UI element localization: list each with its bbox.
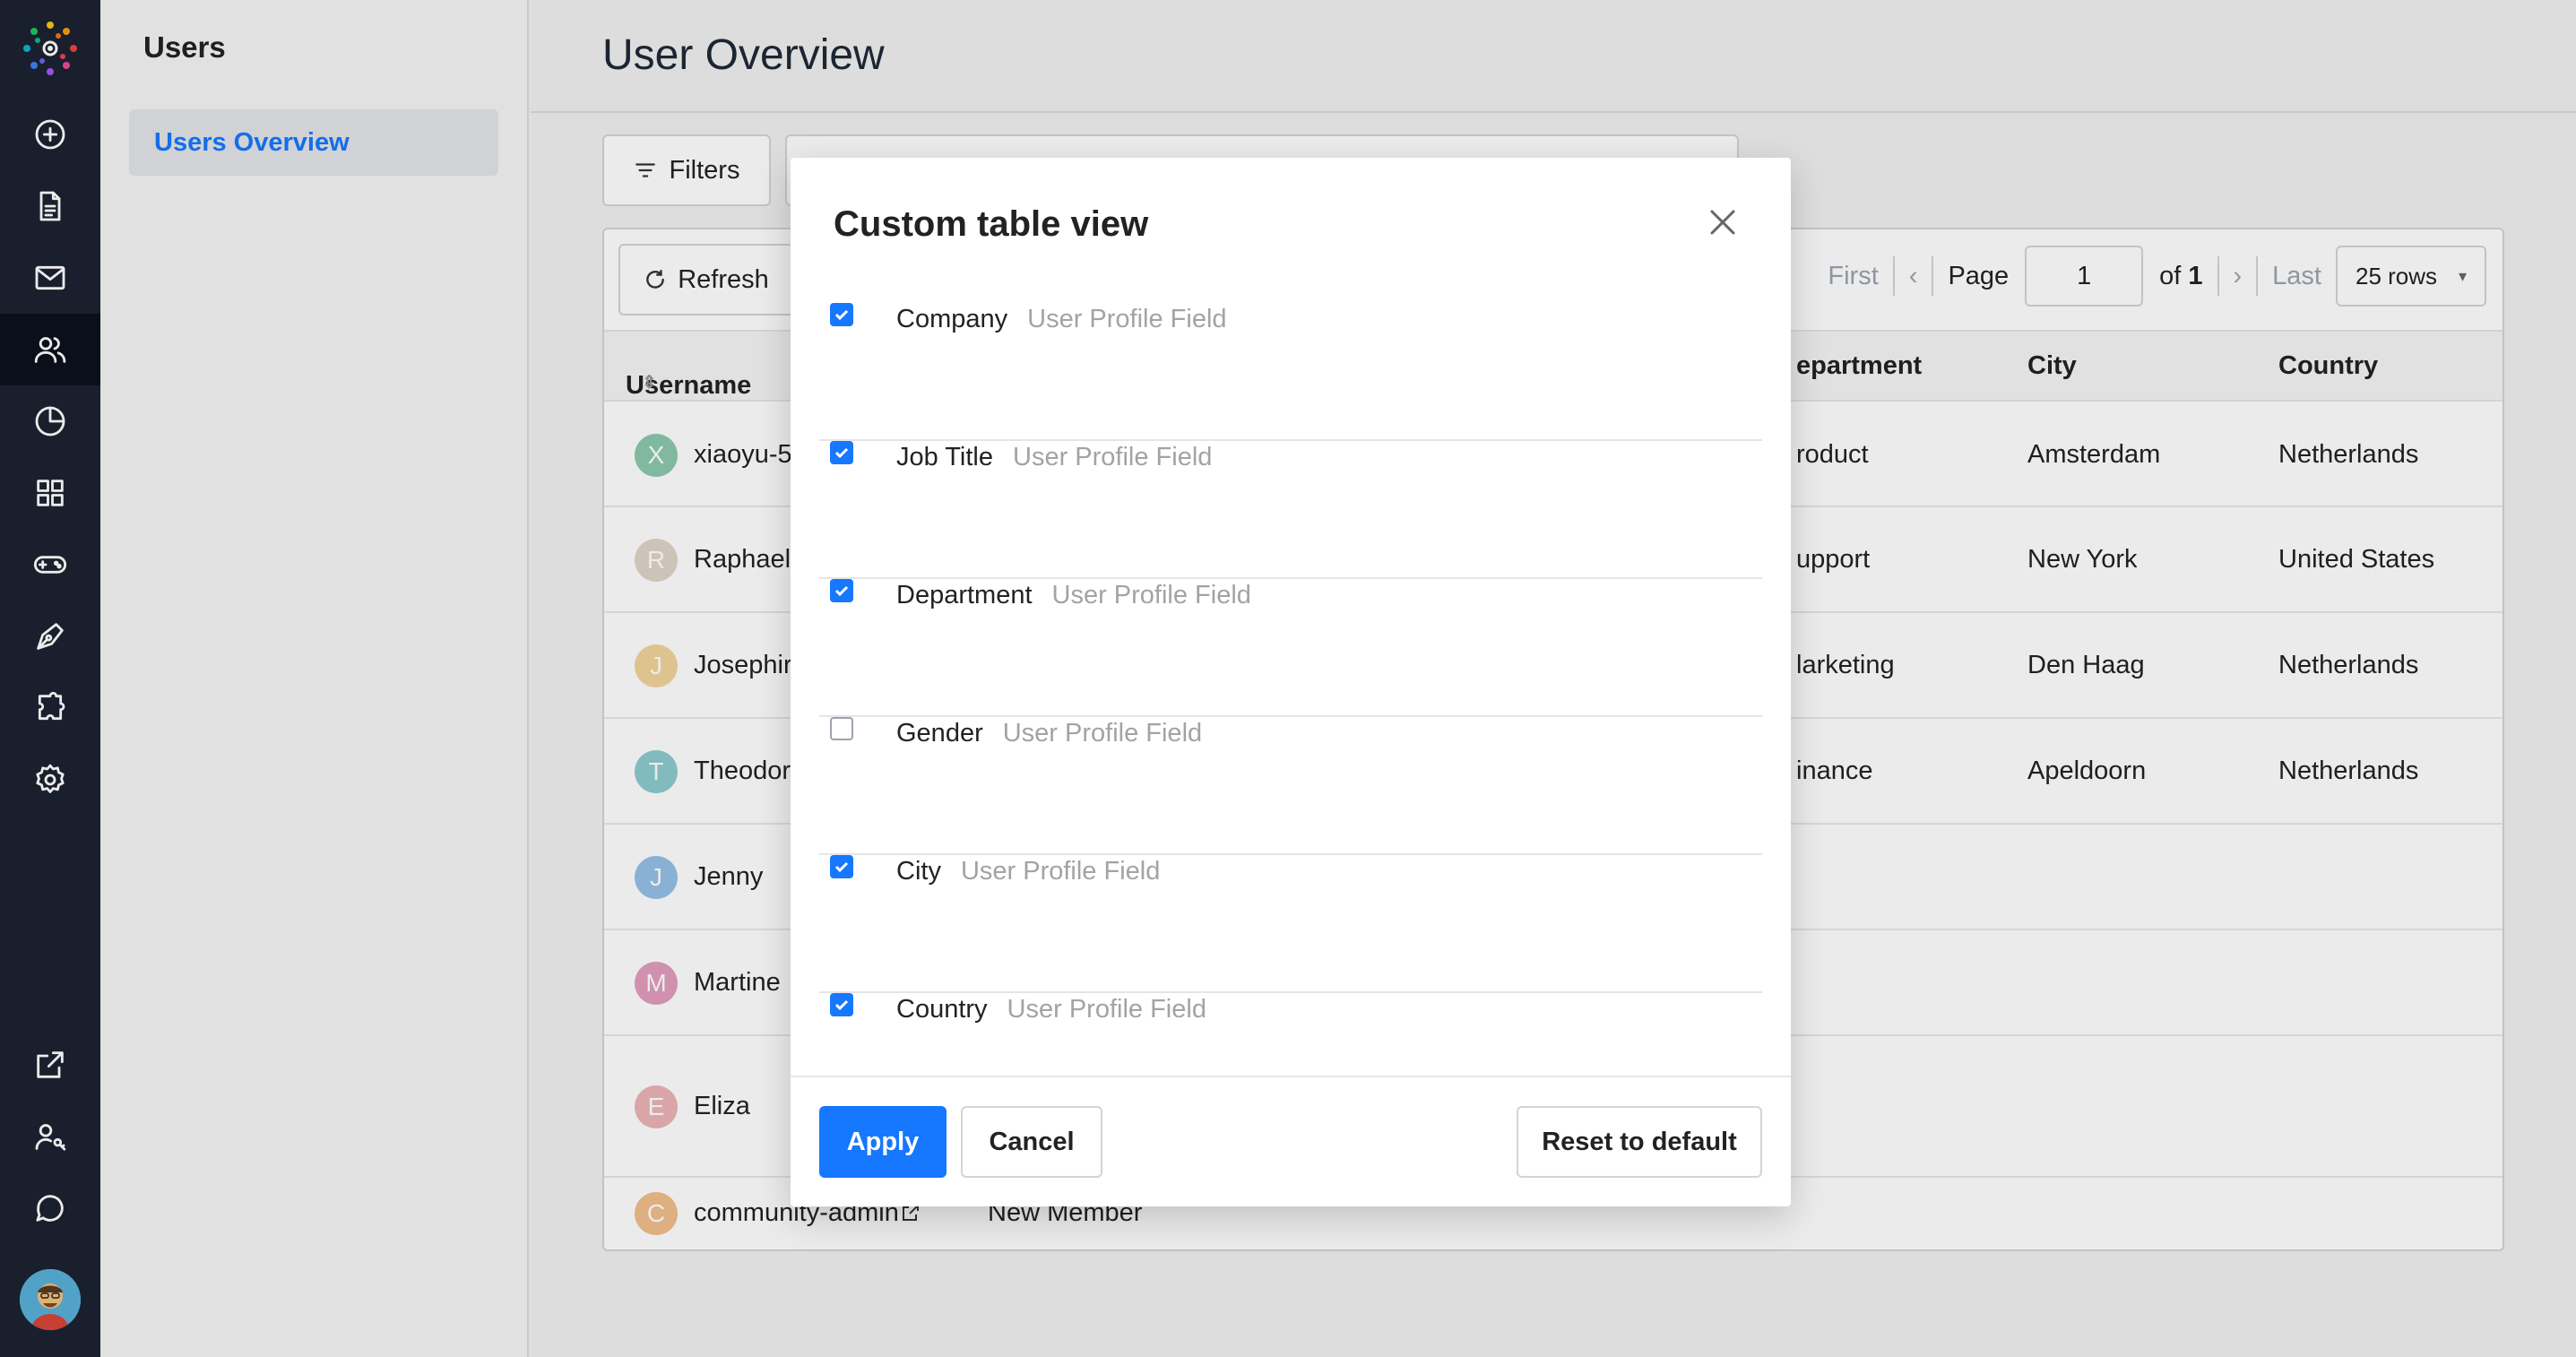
field-row-city: City User Profile Field [819,855,1762,993]
field-row-company: Company User Profile Field [819,303,1762,441]
field-label: Department User Profile Field [896,581,1251,610]
field-checkbox[interactable] [830,579,853,602]
close-icon[interactable] [1705,204,1741,240]
field-label: Country User Profile Field [896,995,1206,1024]
field-type: User Profile Field [960,857,1161,886]
field-name: Country [896,995,988,1024]
field-checkbox[interactable] [830,303,853,326]
field-type: User Profile Field [1007,995,1206,1024]
field-name: Department [896,581,1033,609]
modal-footer: Apply Cancel Reset to default [791,1076,1791,1206]
custom-table-view-modal: Custom table view Company User Profile Fi… [791,158,1791,1206]
apply-button[interactable]: Apply [819,1106,947,1178]
cancel-button[interactable]: Cancel [961,1106,1102,1178]
field-checkbox[interactable] [830,855,853,878]
modal-title: Custom table view [834,204,1149,244]
field-checkbox[interactable] [830,441,853,464]
reset-to-default-button[interactable]: Reset to default [1517,1106,1762,1178]
field-label: City User Profile Field [896,857,1160,886]
field-type: User Profile Field [1002,719,1203,748]
field-checkbox[interactable] [830,993,853,1016]
field-type: User Profile Field [1051,581,1251,609]
field-label: Job Title User Profile Field [896,443,1212,472]
field-type: User Profile Field [1013,443,1213,471]
field-name: City [896,857,941,886]
field-checkbox[interactable] [830,717,853,740]
field-label: Company User Profile Field [896,305,1227,334]
field-name: Job Title [896,443,993,471]
field-row-department: Department User Profile Field [819,579,1762,717]
field-name: Gender [896,719,983,748]
field-label: Gender User Profile Field [896,719,1202,748]
field-row-gender: Gender User Profile Field [819,717,1762,855]
field-type: User Profile Field [1027,305,1227,333]
field-name: Company [896,305,1008,333]
field-row-job-title: Job Title User Profile Field [819,441,1762,579]
